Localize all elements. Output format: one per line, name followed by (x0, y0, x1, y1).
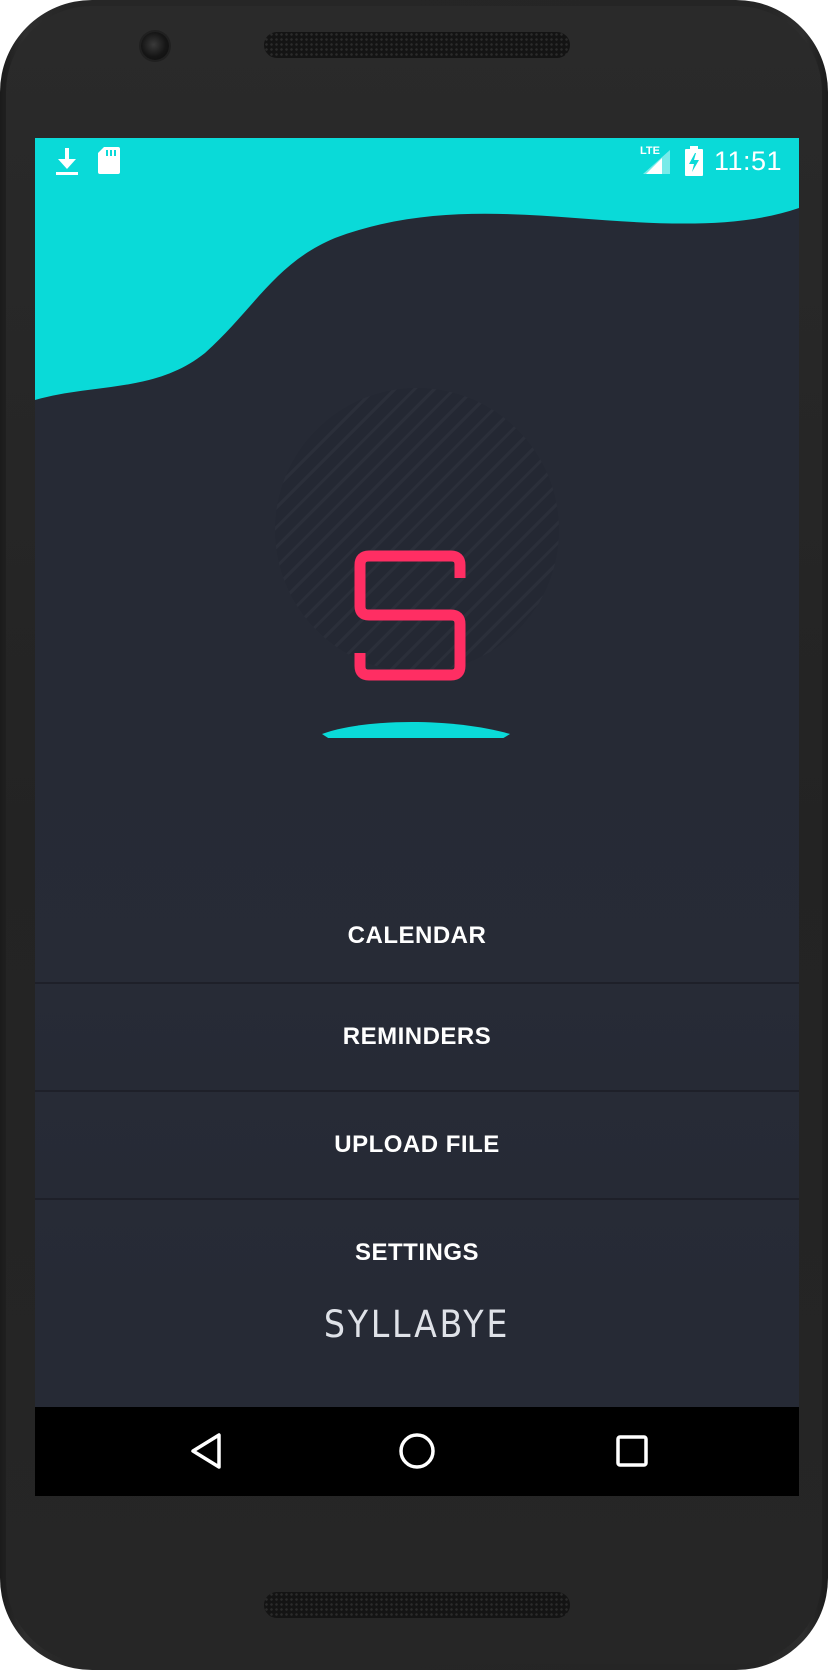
back-icon[interactable] (185, 1429, 229, 1473)
settings-button-label: SETTINGS (354, 1239, 479, 1266)
front-camera (141, 32, 169, 60)
status-bar: LTE 11:51 (35, 138, 799, 186)
reminders-button[interactable]: REMINDERS (35, 984, 799, 1092)
calendar-button[interactable]: CALENDAR (35, 738, 799, 984)
app-screen: LTE 11:51 S CALENDAR REMIND (35, 138, 799, 1496)
main-menu: CALENDAR REMINDERS UPLOAD FILE SETTINGS (35, 738, 799, 1306)
status-time: 11:51 (713, 146, 782, 176)
earpiece-speaker (264, 32, 570, 58)
calendar-button-label: CALENDAR (347, 922, 487, 949)
reminders-button-label: REMINDERS (342, 1023, 492, 1050)
signal-icon (643, 150, 670, 174)
download-icon (56, 148, 78, 175)
phone-frame: LTE 11:51 S CALENDAR REMIND (0, 0, 828, 1670)
brand-wordmark: SYLLABYE (323, 1303, 511, 1346)
bottom-speaker (264, 1592, 570, 1618)
logo-mark: S (322, 550, 510, 760)
navigation-bar (35, 1407, 799, 1496)
home-icon[interactable] (395, 1429, 439, 1473)
battery-charging-icon (685, 146, 703, 176)
upload-file-button-label: UPLOAD FILE (334, 1131, 500, 1158)
upload-file-button[interactable]: UPLOAD FILE (35, 1092, 799, 1200)
recents-icon[interactable] (610, 1429, 654, 1473)
sd-card-icon (98, 147, 120, 174)
settings-button[interactable]: SETTINGS (35, 1200, 799, 1306)
